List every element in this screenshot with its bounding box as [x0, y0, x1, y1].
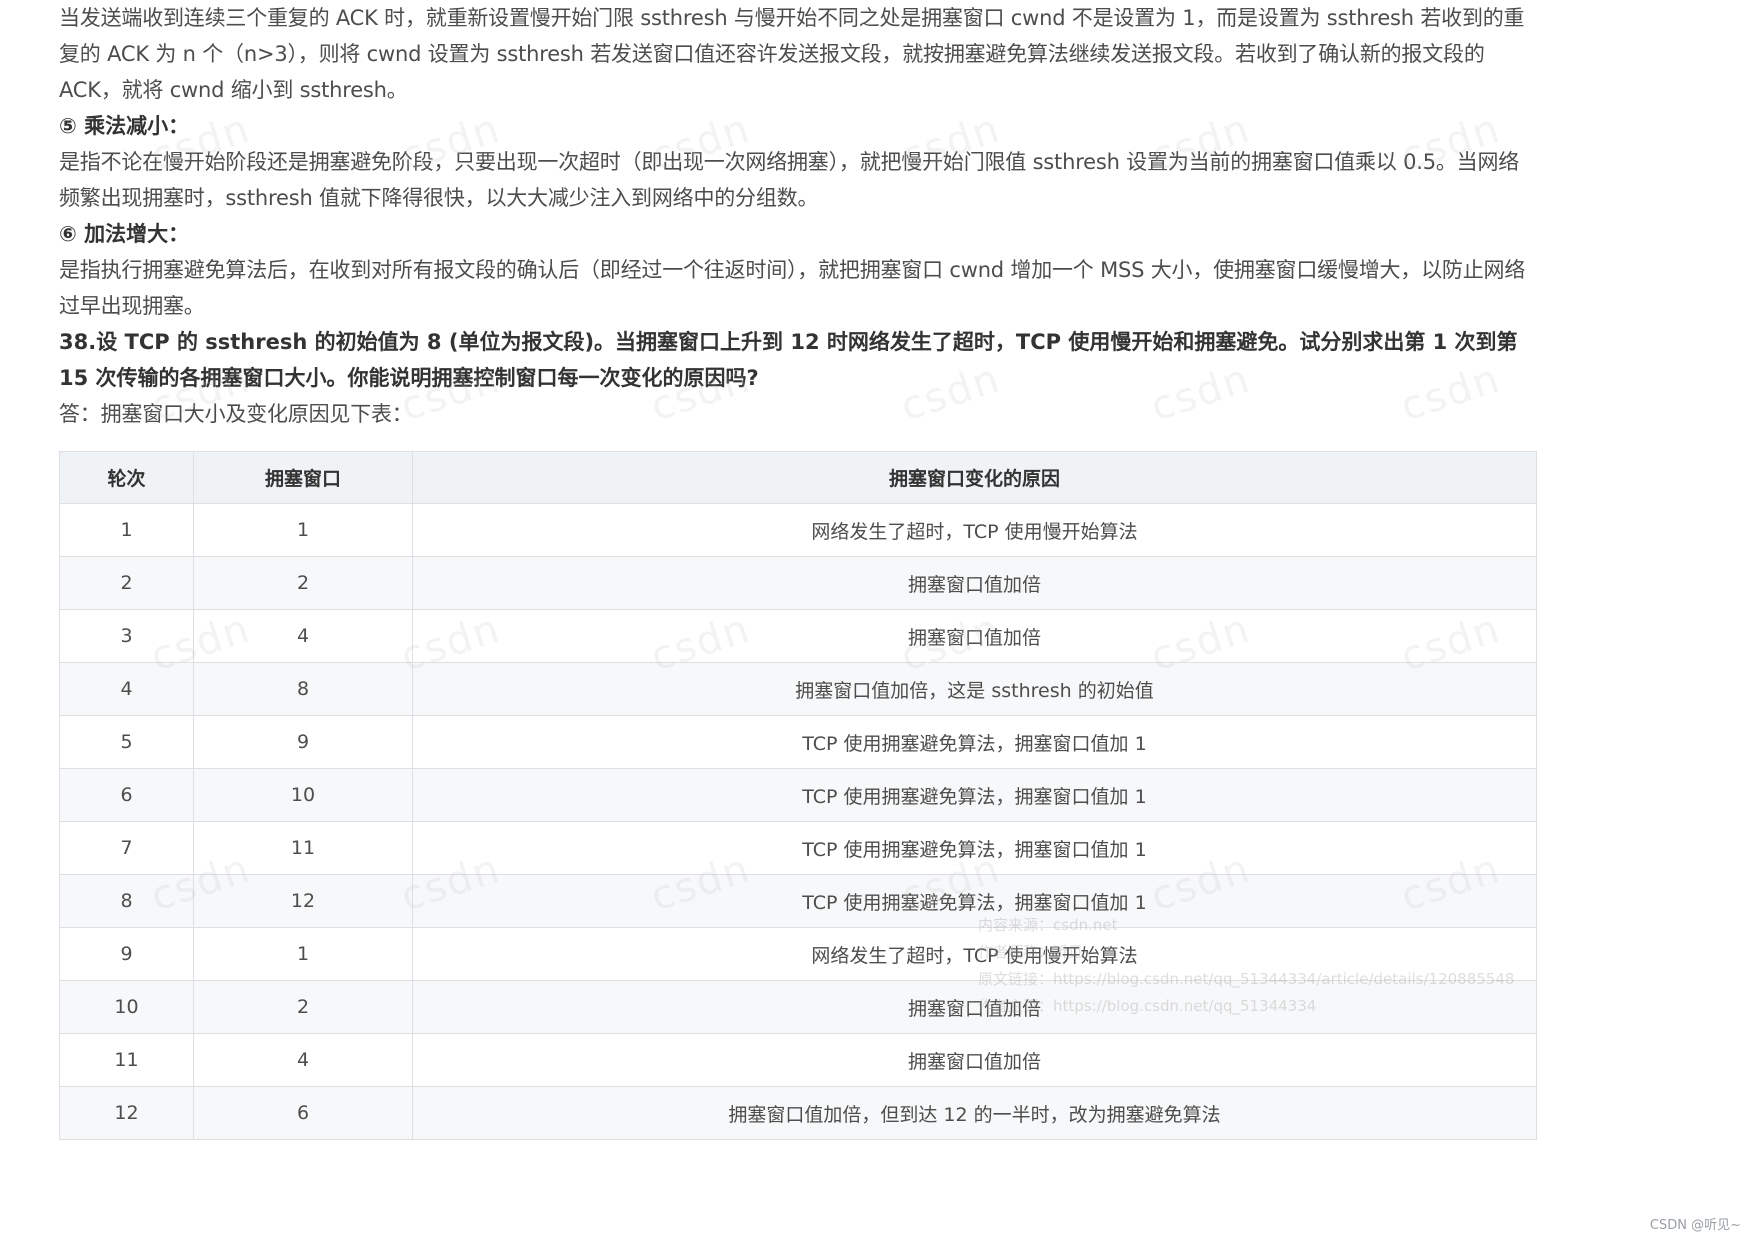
table-row: 7 11 TCP 使用拥塞避免算法，拥塞窗口值加 1	[59, 821, 1537, 875]
answer-intro: 答：拥塞窗口大小及变化原因见下表：	[59, 402, 413, 426]
heading-additive-increase: ⑥ 加法增大：	[59, 222, 190, 246]
cell-round: 4	[59, 662, 194, 716]
cell-reason: 拥塞窗口值加倍	[412, 609, 1537, 663]
paragraph-fast-recovery: 当发送端收到连续三个重复的 ACK 时，就重新设置慢开始门限 ssthresh …	[59, 6, 1525, 102]
cell-cwnd: 9	[193, 715, 413, 769]
table-row: 1 1 网络发生了超时，TCP 使用慢开始算法	[59, 503, 1537, 557]
cell-cwnd: 1	[193, 503, 413, 557]
cell-reason: 拥塞窗口值加倍，但到达 12 的一半时，改为拥塞避免算法	[412, 1086, 1537, 1140]
heading-multiplicative-decrease: ⑤ 乘法减小：	[59, 114, 190, 138]
table-row: 6 10 TCP 使用拥塞避免算法，拥塞窗口值加 1	[59, 768, 1537, 822]
table-row: 8 12 TCP 使用拥塞避免算法，拥塞窗口值加 1	[59, 874, 1537, 928]
table-row: 10 2 拥塞窗口值加倍	[59, 980, 1537, 1034]
cell-reason: 网络发生了超时，TCP 使用慢开始算法	[412, 503, 1537, 557]
table-row: 3 4 拥塞窗口值加倍	[59, 609, 1537, 663]
cell-cwnd: 8	[193, 662, 413, 716]
cell-round: 11	[59, 1033, 194, 1087]
cell-reason: TCP 使用拥塞避免算法，拥塞窗口值加 1	[412, 874, 1537, 928]
paragraph-multiplicative-decrease: 是指不论在慢开始阶段还是拥塞避免阶段，只要出现一次超时（即出现一次网络拥塞），就…	[59, 150, 1520, 210]
cell-cwnd: 11	[193, 821, 413, 875]
csdn-credit: CSDN @听见~	[1649, 1218, 1741, 1233]
cell-cwnd: 6	[193, 1086, 413, 1140]
cell-reason: 拥塞窗口值加倍	[412, 556, 1537, 610]
table-row: 12 6 拥塞窗口值加倍，但到达 12 的一半时，改为拥塞避免算法	[59, 1086, 1537, 1140]
cwnd-table: 轮次 拥塞窗口 拥塞窗口变化的原因 1 1 网络发生了超时，TCP 使用慢开始算法 2…	[59, 451, 1537, 1140]
table-container: 轮次 拥塞窗口 拥塞窗口变化的原因 1 1 网络发生了超时，TCP 使用慢开始算法 2…	[59, 451, 1539, 1140]
table-row: 2 2 拥塞窗口值加倍	[59, 556, 1537, 610]
cell-round: 6	[59, 768, 194, 822]
table-row: 4 8 拥塞窗口值加倍，这是 ssthresh 的初始值	[59, 662, 1537, 716]
table-row: 11 4 拥塞窗口值加倍	[59, 1033, 1537, 1087]
cell-cwnd: 4	[193, 609, 413, 663]
cell-round: 1	[59, 503, 194, 557]
cell-reason: 拥塞窗口值加倍	[412, 980, 1537, 1034]
table-body: 1 1 网络发生了超时，TCP 使用慢开始算法 2 2 拥塞窗口值加倍 3 4 拥塞窗口值加倍 4…	[59, 503, 1537, 1140]
cell-round: 7	[59, 821, 194, 875]
header-reason: 拥塞窗口变化的原因	[412, 451, 1537, 504]
cell-round: 5	[59, 715, 194, 769]
cell-round: 3	[59, 609, 194, 663]
cell-round: 2	[59, 556, 194, 610]
cell-reason: 拥塞窗口值加倍	[412, 1033, 1537, 1087]
cell-reason: TCP 使用拥塞避免算法，拥塞窗口值加 1	[412, 768, 1537, 822]
cell-reason: TCP 使用拥塞避免算法，拥塞窗口值加 1	[412, 821, 1537, 875]
header-round: 轮次	[59, 451, 194, 504]
cell-round: 8	[59, 874, 194, 928]
cell-round: 10	[59, 980, 194, 1034]
cell-round: 12	[59, 1086, 194, 1140]
cell-cwnd: 2	[193, 556, 413, 610]
cell-reason: 拥塞窗口值加倍，这是 ssthresh 的初始值	[412, 662, 1537, 716]
cell-reason: TCP 使用拥塞避免算法，拥塞窗口值加 1	[412, 715, 1537, 769]
cell-reason: 网络发生了超时，TCP 使用慢开始算法	[412, 927, 1537, 981]
table-row: 9 1 网络发生了超时，TCP 使用慢开始算法	[59, 927, 1537, 981]
table-row: 5 9 TCP 使用拥塞避免算法，拥塞窗口值加 1	[59, 715, 1537, 769]
cell-cwnd: 2	[193, 980, 413, 1034]
cell-round: 9	[59, 927, 194, 981]
question-38: 38.设 TCP 的 ssthresh 的初始值为 8 (单位为报文段)。当拥塞…	[59, 330, 1518, 390]
paragraph-additive-increase: 是指执行拥塞避免算法后，在收到对所有报文段的确认后（即经过一个往返时间），就把拥…	[59, 258, 1526, 318]
header-cwnd: 拥塞窗口	[193, 451, 413, 504]
cell-cwnd: 4	[193, 1033, 413, 1087]
article-body: 当发送端收到连续三个重复的 ACK 时，就重新设置慢开始门限 ssthresh …	[59, 0, 1539, 1140]
cell-cwnd: 12	[193, 874, 413, 928]
table-header-row: 轮次 拥塞窗口 拥塞窗口变化的原因	[59, 451, 1537, 504]
cell-cwnd: 1	[193, 927, 413, 981]
cell-cwnd: 10	[193, 768, 413, 822]
